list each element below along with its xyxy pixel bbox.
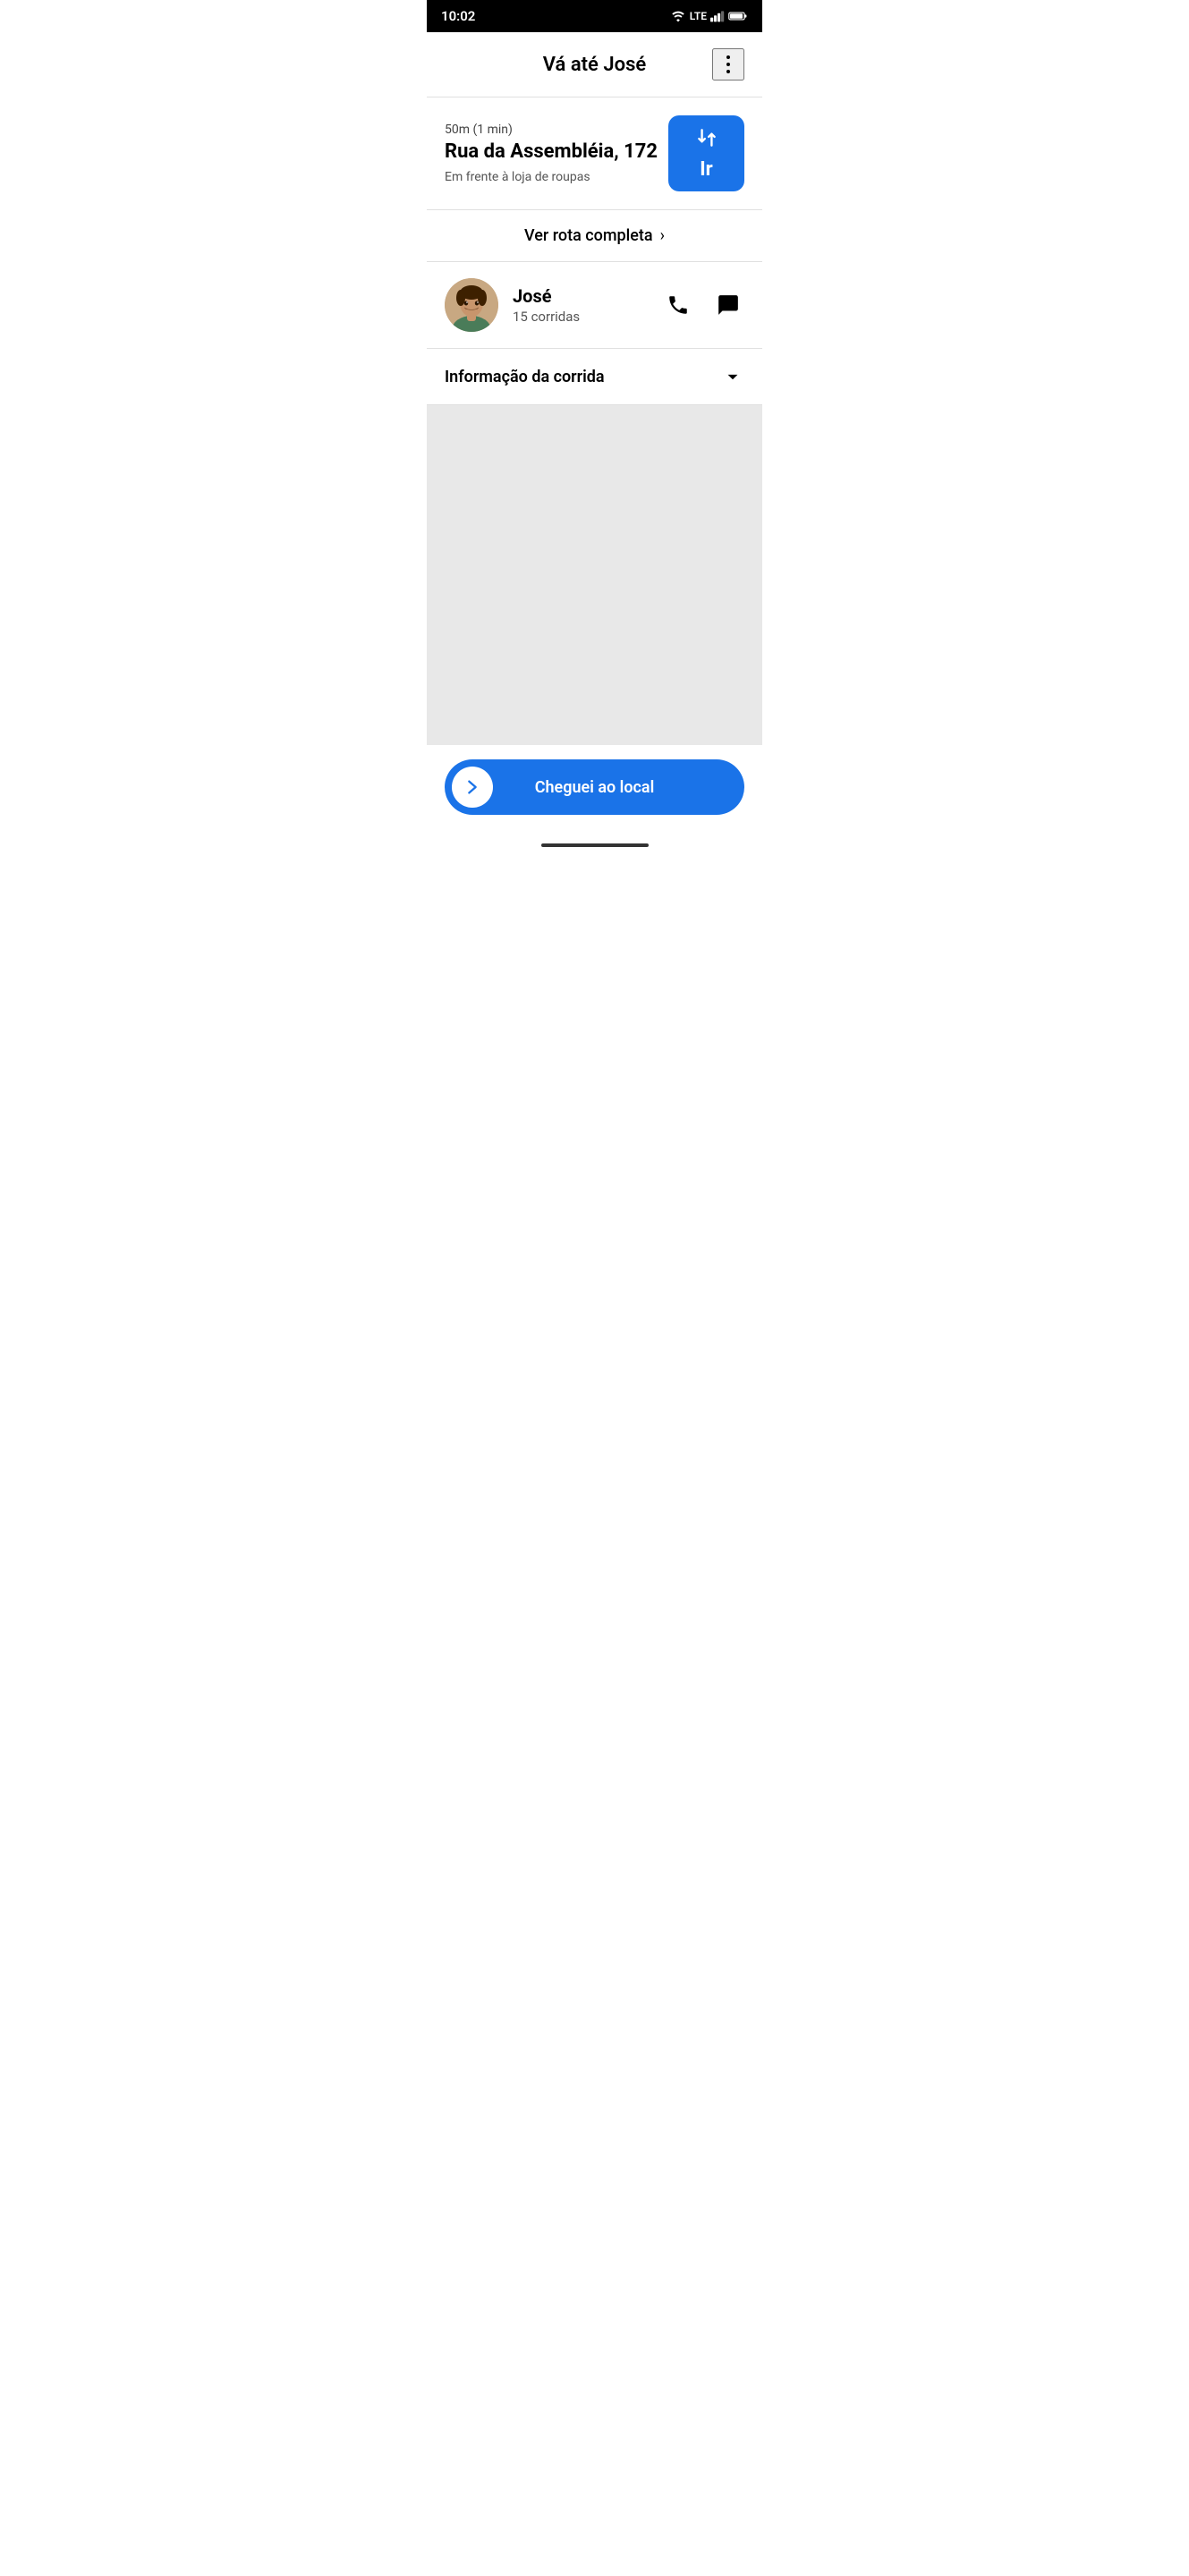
arrived-btn-arrow — [452, 767, 493, 808]
three-dots-icon — [726, 55, 730, 73]
driver-avatar — [445, 278, 498, 332]
status-icons: LTE — [670, 10, 748, 22]
swap-icon — [695, 126, 718, 149]
nav-address: Rua da Assembléia, 172 — [445, 140, 668, 164]
go-button[interactable]: Ir — [668, 115, 744, 191]
home-indicator-bar — [541, 843, 649, 847]
ride-info-label: Informação da corrida — [445, 368, 605, 386]
chat-icon — [717, 293, 740, 317]
nav-info: 50m (1 min) Rua da Assembléia, 172 Em fr… — [445, 123, 668, 183]
menu-button[interactable] — [712, 48, 744, 80]
driver-name: José — [513, 285, 648, 307]
map-area — [427, 405, 762, 745]
go-label: Ir — [700, 158, 713, 181]
call-button[interactable] — [662, 289, 694, 321]
chevron-down-icon — [721, 365, 744, 388]
status-bar: 10:02 LTE — [427, 0, 762, 32]
bottom-bar: Cheguei ao local — [427, 745, 762, 836]
view-full-route[interactable]: Ver rota completa › — [427, 210, 762, 262]
ride-info-accordion[interactable]: Informação da corrida — [427, 349, 762, 405]
go-icon — [695, 126, 718, 155]
header: Vá até José — [427, 32, 762, 97]
lte-label: LTE — [690, 10, 707, 22]
status-time: 10:02 — [441, 8, 475, 24]
driver-rides: 15 corridas — [513, 309, 648, 325]
battery-icon — [728, 10, 748, 22]
nav-distance: 50m (1 min) — [445, 123, 668, 137]
arrow-right-icon — [463, 777, 482, 797]
driver-actions — [662, 289, 744, 321]
page-title: Vá até José — [477, 54, 712, 76]
navigation-card: 50m (1 min) Rua da Assembléia, 172 Em fr… — [427, 97, 762, 210]
avatar-image — [445, 278, 498, 332]
arrived-button[interactable]: Cheguei ao local — [445, 759, 744, 815]
driver-info: José 15 corridas — [513, 285, 648, 325]
signal-icon — [710, 10, 725, 22]
nav-landmark: Em frente à loja de roupas — [445, 170, 668, 184]
route-link-text: Ver rota completa — [524, 226, 653, 245]
chat-button[interactable] — [712, 289, 744, 321]
driver-section: José 15 corridas — [427, 262, 762, 349]
chevron-right-icon: › — [660, 226, 665, 245]
wifi-icon — [670, 10, 686, 22]
home-indicator — [427, 836, 762, 851]
phone-icon — [667, 293, 690, 317]
arrived-btn-label: Cheguei ao local — [535, 778, 655, 797]
